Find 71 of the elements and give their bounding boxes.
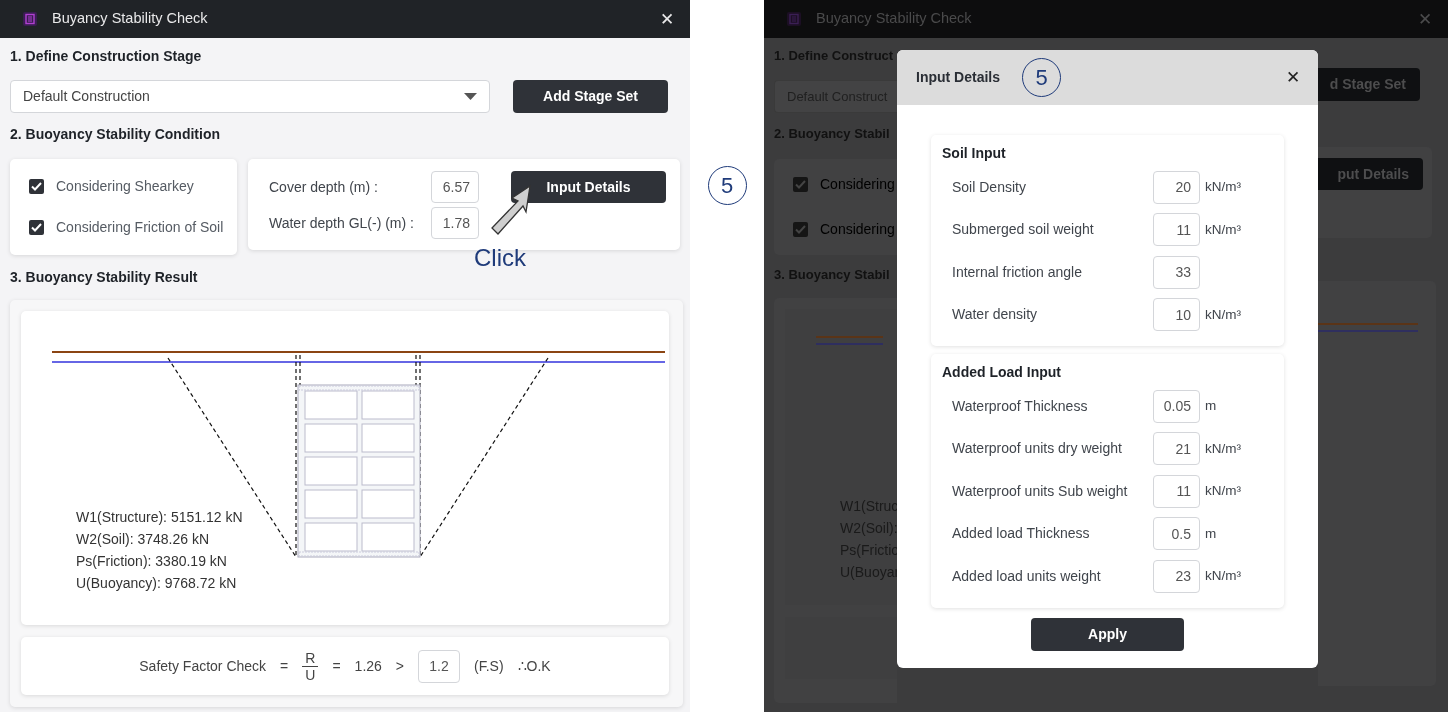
checkbox[interactable] bbox=[29, 179, 44, 194]
unit-label: m bbox=[1205, 524, 1217, 543]
field-label: Waterproof Thickness bbox=[952, 396, 1089, 416]
checkbox[interactable] bbox=[29, 220, 44, 235]
field-label: Cover depth (m) : bbox=[269, 177, 378, 197]
force-value: W1(Structure): 5151.12 kN bbox=[76, 509, 243, 525]
dialog-title: Input Details bbox=[916, 68, 1000, 87]
field-label: Soil Density bbox=[952, 177, 1027, 197]
window-title: Buyancy Stability Check bbox=[816, 9, 973, 29]
force-value: U(Buoyancy): 9768.72 kN bbox=[76, 575, 237, 591]
number-field[interactable]: 0.5 bbox=[1153, 517, 1200, 551]
checkbox[interactable] bbox=[793, 222, 808, 237]
unit-label: kN/m³ bbox=[1205, 567, 1241, 586]
field-label: Submerged soil weight bbox=[952, 220, 1095, 240]
fraction: R U bbox=[302, 649, 319, 683]
factor-label: (F.S) bbox=[474, 656, 504, 676]
equals-sign: = bbox=[280, 656, 289, 676]
section-heading: 3. Buoyancy Stability Result bbox=[10, 268, 199, 287]
force-value: W2(Soil): 3748.26 kN bbox=[76, 531, 210, 547]
add-stage-button[interactable]: Add Stage Set bbox=[513, 80, 668, 113]
checkbox-label: Considering bbox=[820, 175, 895, 194]
click-hint: Click bbox=[474, 243, 526, 273]
number-field[interactable]: 11 bbox=[1153, 213, 1200, 247]
checkbox-label: Considering Friction of Soil bbox=[56, 218, 224, 237]
group-title: Added Load Input bbox=[942, 363, 1062, 382]
number-field[interactable]: 10 bbox=[1153, 298, 1200, 332]
dropdown-value: Default Construction bbox=[23, 87, 150, 106]
number-field[interactable]: 20 bbox=[1153, 170, 1200, 204]
unit-label: m bbox=[1205, 397, 1217, 416]
unit-label: kN/m³ bbox=[1205, 220, 1241, 239]
group-title: Soil Input bbox=[942, 144, 1007, 163]
apply-button[interactable]: Apply bbox=[1031, 617, 1184, 651]
app-icon bbox=[22, 11, 38, 27]
number-field[interactable]: 1.78 bbox=[431, 207, 479, 239]
field-label: Waterproof units Sub weight bbox=[952, 481, 1129, 501]
field-label: Water depth GL(-) (m) : bbox=[269, 213, 414, 233]
app-icon bbox=[786, 11, 802, 27]
checkbox-label: Considering Shearkey bbox=[56, 177, 194, 196]
section-heading: 2. Buoyancy Stability Condition bbox=[10, 125, 222, 144]
number-field[interactable]: 11 bbox=[1153, 474, 1200, 508]
number-field[interactable]: 6.57 bbox=[431, 171, 479, 203]
verdict-text: ∴O.K bbox=[517, 656, 551, 676]
field-label: Added load units weight bbox=[952, 566, 1102, 586]
number-field[interactable]: 33 bbox=[1153, 255, 1200, 289]
close-button[interactable]: ✕ bbox=[1282, 69, 1304, 86]
unit-label: kN/m³ bbox=[1205, 305, 1241, 324]
caret-icon bbox=[464, 93, 477, 100]
stage-dropdown[interactable]: Default Construction bbox=[10, 80, 490, 113]
field-label: Waterproof units dry weight bbox=[952, 439, 1123, 459]
equals-sign: = bbox=[332, 656, 341, 676]
checkbox[interactable] bbox=[793, 177, 808, 192]
comparison-sign: > bbox=[395, 656, 405, 676]
safety-factor-field[interactable]: 1.2 bbox=[418, 649, 461, 683]
ratio-value: 1.26 bbox=[354, 656, 382, 676]
field-label: Added load Thickness bbox=[952, 524, 1091, 544]
field-label: Internal friction angle bbox=[952, 262, 1083, 282]
check-label: Safety Factor Check bbox=[139, 656, 267, 676]
section-heading: 1. Define Construction Stage bbox=[10, 47, 203, 66]
window-title: Buyancy Stability Check bbox=[52, 9, 209, 29]
field-label: Water density bbox=[952, 305, 1039, 325]
close-button[interactable]: ✕ bbox=[656, 10, 678, 28]
input-details-button[interactable]: Input Details bbox=[511, 171, 666, 203]
water-ground-lines bbox=[816, 335, 883, 347]
number-field[interactable]: 21 bbox=[1153, 432, 1200, 466]
unit-label: kN/m³ bbox=[1205, 482, 1241, 501]
unit-label: kN/m³ bbox=[1205, 178, 1241, 197]
number-field[interactable]: 0.05 bbox=[1153, 389, 1200, 423]
checkbox-label: Considering bbox=[820, 220, 895, 239]
unit-label: kN/m³ bbox=[1205, 439, 1241, 458]
number-field[interactable]: 23 bbox=[1153, 559, 1200, 593]
force-value: Ps(Friction): 3380.19 kN bbox=[76, 553, 227, 569]
